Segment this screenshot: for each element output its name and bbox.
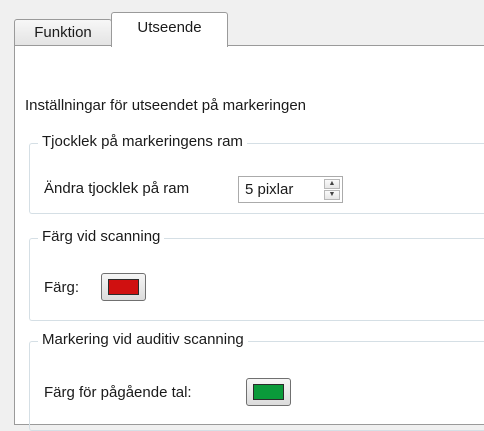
frame-thickness-stepper[interactable]: 5 pixlar ▲ ▼ xyxy=(238,176,343,203)
scan-color-button[interactable] xyxy=(101,273,146,301)
group-scan-color: Färg vid scanning Färg: xyxy=(29,228,484,321)
tab-funktion[interactable]: Funktion xyxy=(14,19,112,46)
panel-heading: Inställningar för utseendet på markering… xyxy=(25,97,307,114)
tab-strip: Funktion Utseende xyxy=(0,0,484,47)
arrow-down-icon: ▼ xyxy=(328,191,336,198)
group-scan-color-legend: Färg vid scanning xyxy=(38,228,165,245)
frame-thickness-value[interactable]: 5 pixlar xyxy=(245,181,293,198)
group-auditory-scanning: Markering vid auditiv scanning Färg för … xyxy=(29,331,484,431)
scan-color-label: Färg: xyxy=(44,279,80,296)
tab-utseende[interactable]: Utseende xyxy=(111,12,228,47)
group-auditory-scanning-legend: Markering vid auditiv scanning xyxy=(38,331,248,348)
group-frame-thickness-legend: Tjocklek på markeringens ram xyxy=(38,133,247,150)
scan-color-swatch xyxy=(108,279,139,295)
stepper-buttons: ▲ ▼ xyxy=(324,179,340,200)
tab-panel-utseende: Inställningar för utseendet på markering… xyxy=(14,45,484,431)
speech-color-label: Färg för pågående tal: xyxy=(44,384,192,401)
stepper-up-button[interactable]: ▲ xyxy=(324,179,340,189)
speech-color-button[interactable] xyxy=(246,378,291,406)
speech-color-swatch xyxy=(253,384,284,400)
frame-thickness-label: Ändra tjocklek på ram xyxy=(44,180,190,197)
group-frame-thickness: Tjocklek på markeringens ram Ändra tjock… xyxy=(29,133,484,214)
arrow-up-icon: ▲ xyxy=(328,180,336,187)
stepper-down-button[interactable]: ▼ xyxy=(324,190,340,200)
